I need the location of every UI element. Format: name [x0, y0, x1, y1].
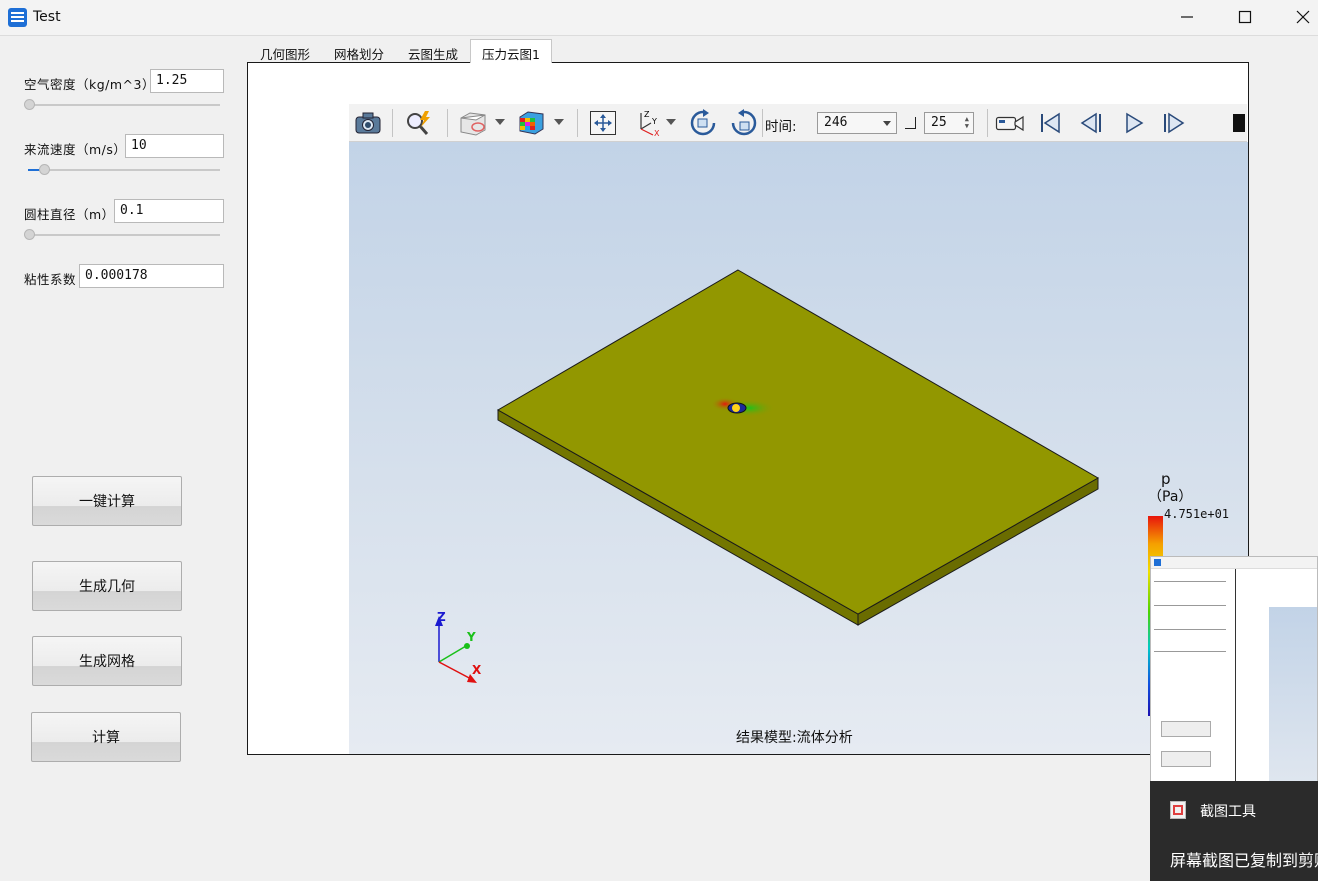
density-label: 空气密度（kg/m^3） — [24, 77, 155, 92]
velocity-slider[interactable] — [28, 169, 220, 171]
maximize-icon — [1238, 10, 1252, 24]
spin-arrows-icon[interactable]: ▲ ▼ — [965, 116, 969, 130]
cube-view-dropdown-icon[interactable] — [495, 119, 505, 125]
toast-body: 屏幕截图已复制到剪贴板 — [1170, 851, 1318, 870]
viewer-toolbar: ZYX 时间: 246 25 ▲ ▼ — [349, 104, 1247, 142]
generate-geometry-button[interactable]: 生成几何 — [32, 561, 182, 611]
legend-unit: （Pa） — [1148, 489, 1193, 505]
svg-text:Y: Y — [651, 117, 657, 126]
axes-dropdown-icon[interactable] — [666, 119, 676, 125]
zoom-flash-icon[interactable] — [403, 108, 435, 138]
density-slider-handle[interactable] — [24, 99, 35, 110]
maximize-button[interactable] — [1216, 0, 1274, 34]
chevron-down-icon — [883, 121, 891, 126]
tab-mesh[interactable]: 网格划分 — [322, 39, 396, 63]
velocity-input[interactable]: 10 — [125, 134, 224, 158]
close-icon — [1296, 10, 1310, 24]
next-frame-icon[interactable] — [1158, 108, 1190, 138]
axes-icon[interactable]: ZYX — [632, 108, 664, 138]
time-select[interactable]: 246 — [817, 112, 897, 134]
snipping-tool-notification[interactable]: 截图工具 屏幕截图已复制到剪贴板 — [1150, 781, 1318, 881]
step-icon — [905, 117, 916, 129]
tab-pressure-contour[interactable]: 压力云图1 — [470, 39, 552, 63]
minimize-icon — [1181, 16, 1193, 18]
toolbar-overflow-icon[interactable] — [1233, 114, 1245, 132]
density-input[interactable]: 1.25 — [150, 69, 224, 93]
app-icon — [8, 8, 27, 27]
rotate-cw-icon[interactable] — [687, 108, 719, 138]
color-cube-icon[interactable] — [515, 108, 547, 138]
svg-text:Z: Z — [644, 110, 650, 119]
svg-text:X: X — [654, 129, 660, 137]
viscosity-label: 粘性系数 — [24, 272, 77, 287]
time-label: 时间: — [765, 119, 797, 135]
title-bar: Test — [0, 0, 1318, 36]
axis-y-label: Y — [467, 630, 476, 644]
diameter-input[interactable]: 0.1 — [114, 199, 224, 223]
diameter-slider-handle[interactable] — [24, 229, 35, 240]
screenshot-thumbnail[interactable] — [1150, 556, 1318, 782]
axes-triad — [435, 616, 477, 683]
tab-contour[interactable]: 云图生成 — [396, 39, 470, 63]
close-button[interactable] — [1274, 0, 1318, 34]
rotate-ccw-icon[interactable] — [728, 108, 760, 138]
first-frame-icon[interactable] — [1034, 108, 1066, 138]
velocity-slider-handle[interactable] — [39, 164, 50, 175]
generate-mesh-button[interactable]: 生成网格 — [32, 636, 182, 686]
fit-view-icon[interactable] — [587, 108, 619, 138]
step-spinbox[interactable]: 25 ▲ ▼ — [924, 112, 974, 134]
prev-frame-icon[interactable] — [1076, 108, 1108, 138]
video-icon[interactable] — [994, 108, 1026, 138]
tab-bar: 几何图形 网格划分 云图生成 压力云图1 — [248, 39, 552, 63]
window-title: Test — [33, 9, 61, 25]
render-viewport[interactable]: Z Y X — [349, 142, 1248, 754]
axis-x-label: X — [472, 663, 482, 677]
compute-button[interactable]: 计算 — [31, 712, 181, 762]
diameter-slider[interactable] — [28, 234, 220, 236]
viscosity-input[interactable]: 0.000178 — [79, 264, 224, 288]
legend-max-value: 4.751e+01 — [1164, 507, 1230, 521]
plate-model — [435, 269, 1100, 683]
time-select-value: 246 — [824, 115, 848, 130]
toast-title: 截图工具 — [1200, 804, 1256, 820]
axis-z-label: Z — [437, 610, 446, 624]
step-value: 25 — [931, 115, 947, 130]
viewport-caption: 结果模型:流体分析 — [736, 730, 853, 746]
diameter-label: 圆柱直径（m） — [24, 207, 115, 222]
snipping-tool-icon — [1170, 801, 1186, 819]
density-slider[interactable] — [28, 104, 220, 106]
one-click-compute-button[interactable]: 一键计算 — [32, 476, 182, 526]
minimize-button[interactable] — [1158, 0, 1216, 34]
camera-icon[interactable] — [352, 108, 384, 138]
cylinder-highlight — [732, 404, 740, 412]
cube-view-icon[interactable] — [457, 108, 489, 138]
tab-geometry[interactable]: 几何图形 — [248, 39, 322, 63]
color-cube-dropdown-icon[interactable] — [554, 119, 564, 125]
play-icon[interactable] — [1118, 108, 1150, 138]
velocity-label: 来流速度（m/s） — [24, 142, 127, 157]
